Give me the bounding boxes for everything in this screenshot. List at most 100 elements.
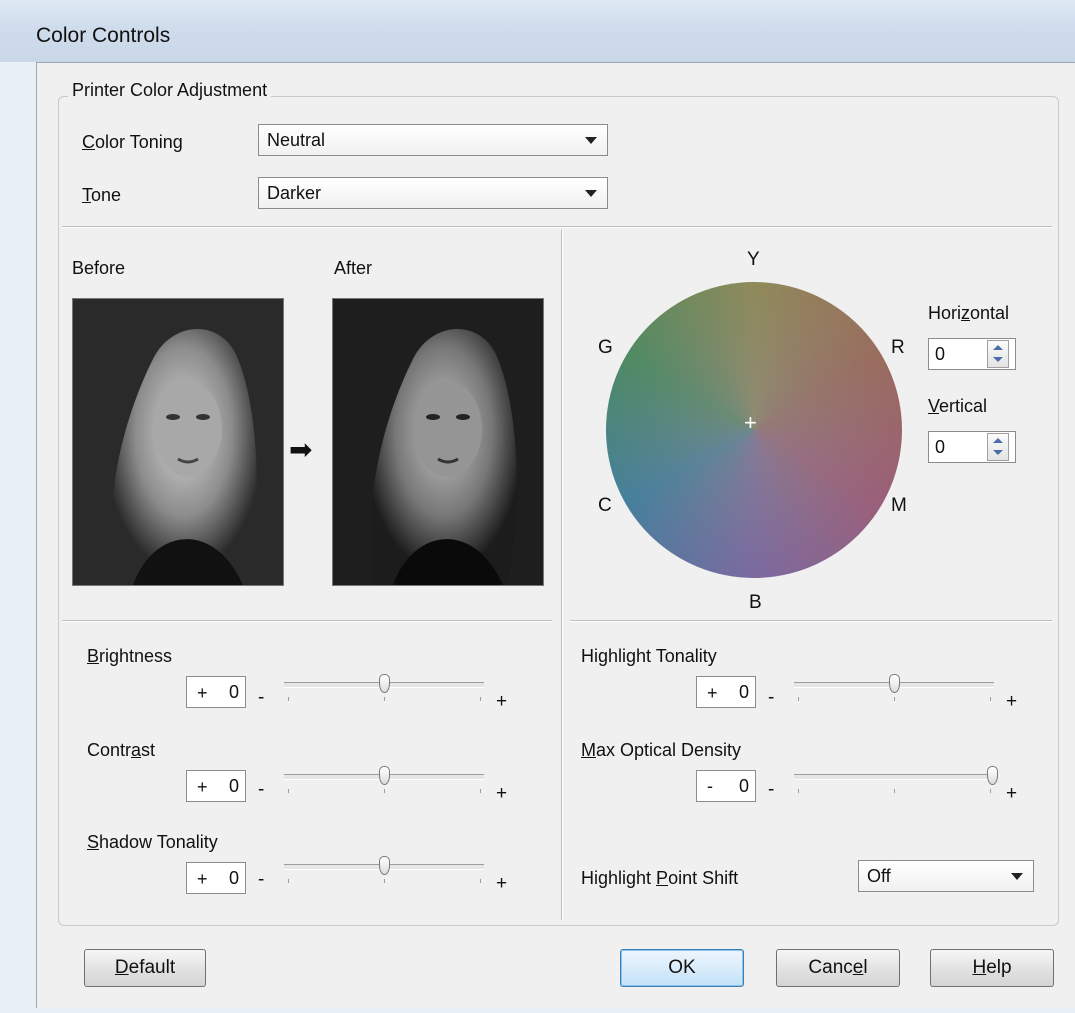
slider-min-symbol: - [258,869,265,890]
slider-min-symbol: - [768,687,775,708]
shadow-tonality-slider[interactable]: - + [252,856,522,894]
slider-tick [288,697,289,701]
arrow-right-icon: ➡ [289,434,313,465]
slider-tick [288,789,289,793]
before-label: Before [72,258,126,278]
slider-max-symbol: + [496,873,508,894]
highlight-point-shift-select[interactable]: Off [858,860,1034,892]
max-optical-density-value: 0 [739,776,750,796]
slider-track [794,774,994,780]
contrast-sign: + [197,777,208,797]
color-toning-select[interactable]: Neutral [258,124,608,156]
wheel-center-crosshair: + [744,410,757,435]
vertical-value: 0 [935,437,946,457]
slider-max-symbol: + [1006,691,1018,712]
slider-tick [894,789,895,793]
highlight-tonality-label: Highlight Tonality [581,646,717,666]
title-bar[interactable]: Color Controls [0,0,1075,62]
wheel-label-b: B [749,592,762,613]
color-toning-label: Color Toning [82,132,183,152]
highlight-tonality-slider[interactable]: - + [762,674,1032,712]
vertical-input[interactable]: 0 [928,431,1016,463]
vertical-label: Vertical [928,396,988,416]
slider-thumb[interactable] [986,766,998,785]
slider-max-symbol: + [1006,783,1018,804]
highlight-tonality-value: 0 [739,682,750,702]
brightness-input[interactable]: + 0 [186,676,246,708]
shadow-tonality-value: 0 [229,868,240,888]
group-legend: Printer Color Adjustment [68,80,272,101]
spin-up-icon [993,345,1003,350]
highlight-tonality-input[interactable]: + 0 [696,676,756,708]
window-title: Color Controls [36,24,171,47]
slider-tick [990,697,991,701]
slider-thumb[interactable] [888,674,900,693]
slider-tick [480,879,481,883]
divider [62,620,552,622]
slider-tick [894,697,895,701]
default-button[interactable]: Default [84,949,206,987]
help-button[interactable]: Help [930,949,1054,987]
slider-max-symbol: + [496,691,508,712]
max-optical-density-slider[interactable]: - + [762,766,1032,804]
ok-button[interactable]: OK [620,949,744,987]
horizontal-spinner[interactable] [987,340,1009,368]
brightness-slider[interactable]: - + [252,674,522,712]
slider-tick [288,879,289,883]
wheel-label-c: C [598,495,612,516]
divider [62,226,1052,228]
wheel-label-m: M [891,495,907,516]
slider-min-symbol: - [258,687,265,708]
slider-thumb[interactable] [378,674,390,693]
tone-select[interactable]: Darker [258,177,608,209]
shadow-tonality-sign: + [197,869,208,889]
slider-max-symbol: + [496,783,508,804]
before-preview-image [72,298,284,586]
wheel-label-y: Y [747,249,760,270]
brightness-label: Brightness [87,646,173,666]
color-toning-value: Neutral [267,130,326,150]
horizontal-value: 0 [935,344,946,364]
tone-value: Darker [267,183,322,203]
after-label: After [334,258,373,278]
slider-tick [384,879,385,883]
color-controls-dialog: Color Controls Printer Color Adjustment … [0,0,1075,1013]
slider-tick [990,789,991,793]
chevron-down-icon [585,190,597,197]
slider-tick [798,789,799,793]
divider [570,620,1052,622]
wheel-label-g: G [598,337,613,358]
shadow-tonality-input[interactable]: + 0 [186,862,246,894]
slider-thumb[interactable] [378,766,390,785]
vertical-spinner[interactable] [987,433,1009,461]
after-preview-image [332,298,544,586]
horizontal-input[interactable]: 0 [928,338,1016,370]
spin-down-icon [993,450,1003,455]
wheel-label-r: R [891,337,905,358]
spin-down-icon [993,357,1003,362]
max-optical-density-input[interactable]: - 0 [696,770,756,802]
max-optical-density-label: Max Optical Density [581,740,742,760]
brightness-sign: + [197,683,208,703]
spin-up-icon [993,438,1003,443]
highlight-point-shift-label: Highlight Point Shift [581,868,739,888]
contrast-label: Contrast [87,740,156,760]
slider-tick [384,789,385,793]
highlight-point-shift-value: Off [867,866,891,886]
tone-label: Tone [82,185,122,205]
chevron-down-icon [585,137,597,144]
cancel-button[interactable]: Cancel [776,949,900,987]
divider [561,230,563,920]
shadow-tonality-label: Shadow Tonality [87,832,218,852]
contrast-slider[interactable]: - + [252,766,522,804]
highlight-tonality-sign: + [707,683,718,703]
brightness-value: 0 [229,682,240,702]
contrast-input[interactable]: + 0 [186,770,246,802]
horizontal-label: Horizontal [928,303,1010,323]
slider-min-symbol: - [768,779,775,800]
chevron-down-icon [1011,873,1023,880]
slider-tick [480,697,481,701]
slider-thumb[interactable] [378,856,390,875]
slider-min-symbol: - [258,779,265,800]
contrast-value: 0 [229,776,240,796]
